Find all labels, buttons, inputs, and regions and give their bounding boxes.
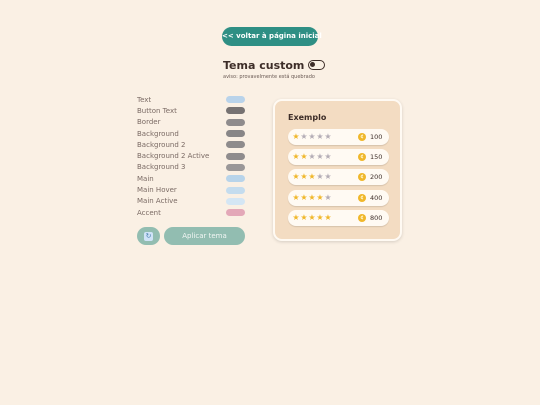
color-row: Main [137, 173, 245, 184]
star-icon: ★ [316, 172, 324, 182]
color-row: Main Active [137, 196, 245, 207]
warning-text: aviso: provavelmente está quebrado [223, 74, 315, 80]
points-value: 800 [370, 213, 383, 222]
color-swatch[interactable] [226, 107, 245, 115]
color-swatch[interactable] [226, 175, 245, 183]
apply-theme-button[interactable]: Aplicar tema [164, 227, 245, 245]
color-label: Background 2 [137, 140, 186, 149]
star-icon: ★ [292, 192, 300, 202]
color-swatch[interactable] [226, 118, 245, 126]
color-row: Background [137, 128, 245, 139]
page-title: Tema custom [223, 58, 305, 72]
color-row: Background 2 [137, 139, 245, 150]
star-rating: ★ ★ ★ ★ ★ [292, 133, 332, 141]
star-rating: ★ ★ ★ ★ ★ [292, 212, 332, 222]
color-label: Border [137, 118, 161, 127]
color-label: Main Hover [137, 186, 177, 195]
toggle-knob [310, 62, 316, 67]
color-label: Text [137, 95, 152, 104]
coin-icon: ¢ [358, 153, 366, 162]
star-icon: ★ [300, 212, 308, 222]
list-item: ★ ★ ★ ★ ★ ¢ 400 [288, 189, 389, 206]
star-icon: ★ [316, 152, 324, 162]
color-row: Main Hover [137, 184, 245, 195]
color-swatch[interactable] [226, 96, 245, 104]
star-icon: ★ [300, 132, 308, 141]
star-icon: ★ [308, 172, 316, 182]
color-row: Text [137, 94, 245, 105]
color-label: Background [137, 129, 179, 138]
star-icon: ★ [316, 212, 324, 222]
color-label: Button Text [137, 106, 177, 115]
color-label: Accent [137, 208, 161, 217]
star-icon: ★ [292, 212, 300, 222]
color-swatch[interactable] [226, 163, 245, 171]
points-value: 400 [370, 193, 383, 202]
color-row: Background 2 Active [137, 150, 245, 161]
color-label: Main Active [137, 197, 178, 206]
example-title: Exemplo [288, 113, 327, 122]
star-icon: ★ [292, 132, 300, 141]
color-swatch[interactable] [226, 152, 245, 160]
coin-icon: ¢ [358, 173, 366, 182]
list-item: ★ ★ ★ ★ ★ ¢ 100 [288, 129, 389, 145]
color-label: Background 3 [137, 163, 186, 172]
star-icon: ★ [300, 152, 308, 162]
example-card: Exemplo ★ ★ ★ ★ ★ ¢ 100 ★ ★ ★ ★ ★ ¢ 150 ★ ★ ★ ★ ★ ¢ 200 ★ ★ ★ ★ ★… [273, 99, 402, 241]
star-rating: ★ ★ ★ ★ ★ [292, 173, 332, 181]
coin-icon: ¢ [358, 213, 366, 222]
star-icon: ★ [300, 172, 308, 182]
color-row: Button Text [137, 105, 245, 116]
star-icon: ★ [316, 192, 324, 202]
star-icon: ★ [308, 212, 316, 222]
star-icon: ★ [316, 132, 324, 141]
color-list: Text Button Text Border Background Backgroun… [137, 94, 245, 218]
color-row: Background 3 [137, 162, 245, 173]
color-swatch[interactable] [226, 197, 245, 205]
reset-button[interactable]: ↻ [137, 227, 160, 245]
points-value: 100 [370, 133, 383, 141]
color-label: Background 2 Active [137, 152, 210, 161]
title-row: Tema custom [223, 58, 326, 72]
back-to-home-button[interactable]: << voltar à página inicial [222, 27, 322, 46]
color-swatch[interactable] [226, 186, 245, 194]
list-item: ★ ★ ★ ★ ★ ¢ 800 [288, 209, 389, 226]
color-label: Main [137, 174, 154, 183]
star-icon: ★ [308, 152, 316, 162]
list-item: ★ ★ ★ ★ ★ ¢ 150 [288, 149, 389, 166]
example-list: ★ ★ ★ ★ ★ ¢ 100 ★ ★ ★ ★ ★ ¢ 150 ★ ★ ★ ★ ★ ¢ 200 ★ ★ ★ ★ ★ ¢ 400 ★ ★ ★ ★… [288, 129, 389, 230]
star-icon: ★ [324, 172, 332, 182]
color-row: Accent [137, 207, 245, 218]
list-item: ★ ★ ★ ★ ★ ¢ 200 [288, 169, 389, 186]
points-value: 150 [370, 153, 383, 162]
color-swatch[interactable] [226, 141, 245, 149]
coin-icon: ¢ [358, 193, 366, 202]
star-rating: ★ ★ ★ ★ ★ [292, 153, 332, 161]
star-icon: ★ [292, 152, 300, 162]
star-icon: ★ [300, 192, 308, 202]
color-swatch[interactable] [226, 209, 245, 217]
points-value: 200 [370, 173, 383, 182]
star-icon: ★ [324, 212, 332, 222]
star-icon: ★ [324, 132, 332, 141]
star-icon: ★ [324, 192, 332, 202]
color-swatch[interactable] [226, 130, 245, 138]
star-icon: ★ [292, 172, 300, 182]
coin-icon: ¢ [358, 133, 366, 141]
star-icon: ★ [308, 132, 316, 141]
color-row: Border [137, 117, 245, 128]
star-icon: ★ [308, 192, 316, 202]
refresh-icon: ↻ [144, 231, 153, 241]
star-icon: ★ [324, 152, 332, 162]
star-rating: ★ ★ ★ ★ ★ [292, 192, 332, 202]
custom-theme-toggle[interactable] [308, 60, 326, 70]
